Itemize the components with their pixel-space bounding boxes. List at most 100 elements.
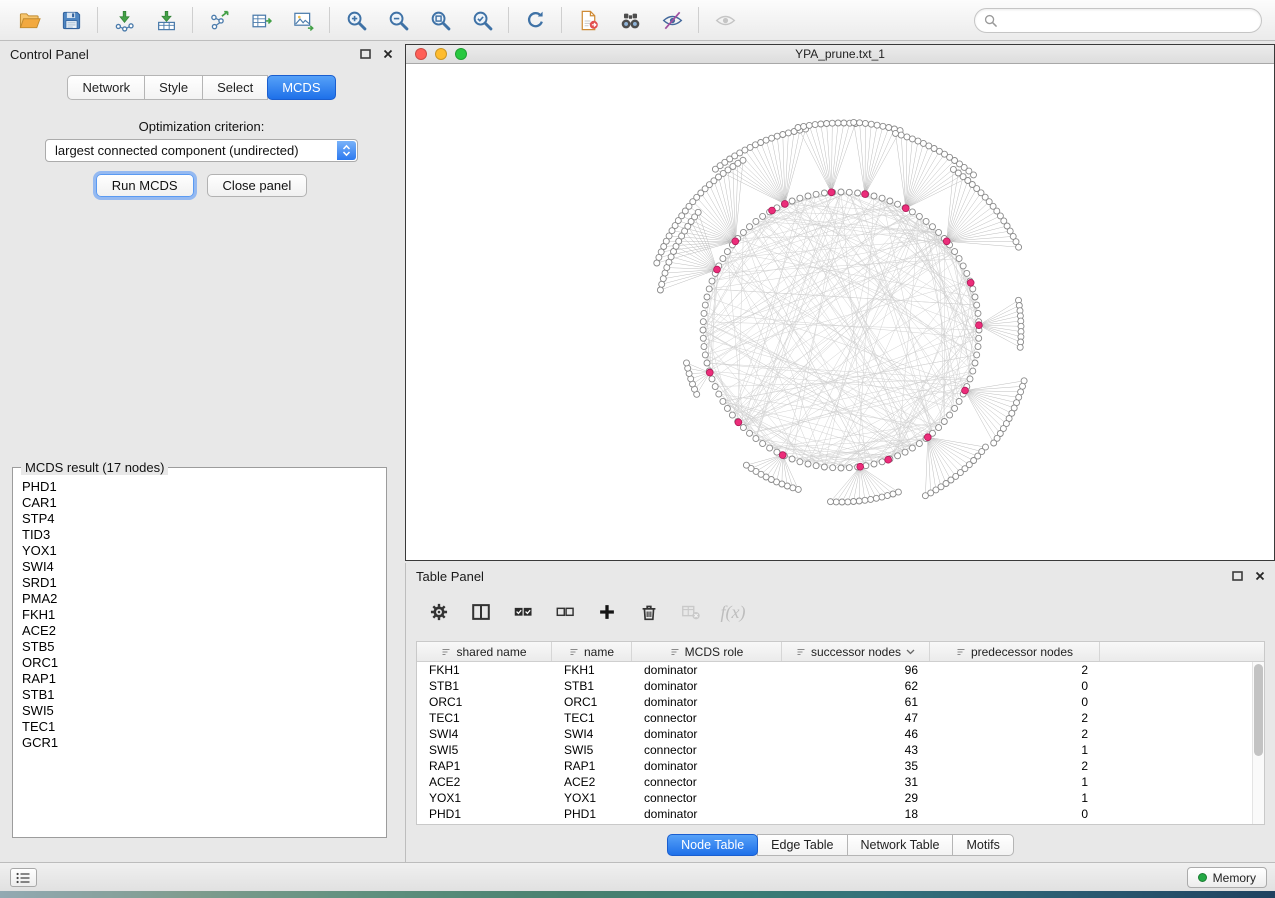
tab-network-table[interactable]: Network Table <box>847 834 954 856</box>
eye-button[interactable] <box>704 3 746 37</box>
mcds-result-item[interactable]: RAP1 <box>22 671 384 687</box>
table-cell[interactable]: 1 <box>930 774 1100 790</box>
close-panel-button-header[interactable] <box>383 49 393 59</box>
export-network-button[interactable] <box>198 3 240 37</box>
table-cell[interactable]: 0 <box>930 678 1100 694</box>
table-cell[interactable]: PHD1 <box>552 806 632 822</box>
table-cell[interactable]: STB1 <box>417 678 552 694</box>
table-row[interactable]: STB1STB1dominator620 <box>417 678 1252 694</box>
table-cell[interactable]: 2 <box>930 662 1100 678</box>
export-document-button[interactable] <box>567 3 609 37</box>
function-builder-button[interactable]: f(x) <box>718 597 748 627</box>
table-cell[interactable]: PHD1 <box>417 806 552 822</box>
refresh-network-button[interactable] <box>514 3 556 37</box>
table-row[interactable]: ORC1ORC1dominator610 <box>417 694 1252 710</box>
table-cell[interactable]: 31 <box>782 774 930 790</box>
table-cell[interactable]: dominator <box>632 678 782 694</box>
table-cell[interactable]: FKH1 <box>417 662 552 678</box>
table-cell[interactable]: ORC1 <box>417 694 552 710</box>
table-row[interactable]: SWI5SWI5connector431 <box>417 742 1252 758</box>
table-row[interactable]: YOX1YOX1connector291 <box>417 790 1252 806</box>
table-cell[interactable]: connector <box>632 710 782 726</box>
gear-button[interactable] <box>424 597 454 627</box>
mcds-result-item[interactable]: STB5 <box>22 639 384 655</box>
mcds-result-item[interactable]: FKH1 <box>22 607 384 623</box>
mcds-result-item[interactable]: STP4 <box>22 511 384 527</box>
table-cell[interactable]: 0 <box>930 694 1100 710</box>
column-header-successor-nodes[interactable]: successor nodes <box>782 642 930 661</box>
mcds-result-item[interactable]: ORC1 <box>22 655 384 671</box>
table-row[interactable]: SWI4SWI4dominator462 <box>417 726 1252 742</box>
table-cell[interactable]: SWI5 <box>417 742 552 758</box>
search-field[interactable] <box>974 8 1262 33</box>
tab-edge-table[interactable]: Edge Table <box>757 834 847 856</box>
table-cell[interactable]: dominator <box>632 662 782 678</box>
float-panel-button[interactable] <box>360 49 371 59</box>
table-cell[interactable]: dominator <box>632 694 782 710</box>
table-cell[interactable]: 47 <box>782 710 930 726</box>
mcds-result-item[interactable]: YOX1 <box>22 543 384 559</box>
table-cell[interactable]: SWI4 <box>552 726 632 742</box>
table-cell[interactable]: FKH1 <box>552 662 632 678</box>
table-cell[interactable]: 2 <box>930 726 1100 742</box>
column-header-name[interactable]: name <box>552 642 632 661</box>
open-folder-button[interactable] <box>8 3 50 37</box>
delete-table-button[interactable] <box>676 597 706 627</box>
table-cell[interactable]: ACE2 <box>417 774 552 790</box>
table-cell[interactable]: YOX1 <box>417 790 552 806</box>
zoom-out-button[interactable] <box>377 3 419 37</box>
table-cell[interactable]: connector <box>632 774 782 790</box>
table-cell[interactable]: 96 <box>782 662 930 678</box>
mcds-result-item[interactable]: TEC1 <box>22 719 384 735</box>
network-graph[interactable] <box>406 64 1274 560</box>
table-cell[interactable]: YOX1 <box>552 790 632 806</box>
zoom-in-button[interactable] <box>335 3 377 37</box>
tab-network[interactable]: Network <box>67 75 145 100</box>
table-cell[interactable]: SWI4 <box>417 726 552 742</box>
table-cell[interactable]: connector <box>632 742 782 758</box>
zoom-selected-button[interactable] <box>461 3 503 37</box>
table-row[interactable]: FKH1FKH1dominator962 <box>417 662 1252 678</box>
delete-column-button[interactable] <box>634 597 664 627</box>
table-cell[interactable]: 62 <box>782 678 930 694</box>
graphics-details-button[interactable] <box>651 3 693 37</box>
table-row[interactable]: TEC1TEC1connector472 <box>417 710 1252 726</box>
mcds-result-item[interactable]: ACE2 <box>22 623 384 639</box>
mcds-result-item[interactable]: PHD1 <box>22 479 384 495</box>
table-cell[interactable]: 29 <box>782 790 930 806</box>
table-cell[interactable]: 2 <box>930 710 1100 726</box>
table-cell[interactable]: 18 <box>782 806 930 822</box>
tab-style[interactable]: Style <box>144 75 203 100</box>
minimize-window-button[interactable] <box>435 48 447 60</box>
save-button[interactable] <box>50 3 92 37</box>
table-cell[interactable]: dominator <box>632 806 782 822</box>
scrollbar-thumb[interactable] <box>1254 664 1263 756</box>
mcds-result-item[interactable]: CAR1 <box>22 495 384 511</box>
mcds-result-list[interactable]: PHD1CAR1STP4TID3YOX1SWI4SRD1PMA2FKH1ACE2… <box>15 470 384 835</box>
deselect-all-button[interactable] <box>550 597 580 627</box>
table-cell[interactable]: connector <box>632 790 782 806</box>
float-table-panel-button[interactable] <box>1232 571 1243 581</box>
tab-node-table[interactable]: Node Table <box>667 834 758 856</box>
table-cell[interactable]: RAP1 <box>417 758 552 774</box>
select-all-button[interactable] <box>508 597 538 627</box>
table-cell[interactable]: 1 <box>930 790 1100 806</box>
mcds-result-item[interactable]: SRD1 <box>22 575 384 591</box>
tab-select[interactable]: Select <box>202 75 268 100</box>
close-panel-button[interactable]: Close panel <box>207 174 308 197</box>
table-cell[interactable]: ACE2 <box>552 774 632 790</box>
table-cell[interactable]: 35 <box>782 758 930 774</box>
table-cell[interactable]: STB1 <box>552 678 632 694</box>
table-cell[interactable]: 1 <box>930 742 1100 758</box>
table-row[interactable]: RAP1RAP1dominator352 <box>417 758 1252 774</box>
import-network-button[interactable] <box>103 3 145 37</box>
mcds-result-item[interactable]: SWI4 <box>22 559 384 575</box>
mcds-result-item[interactable]: SWI5 <box>22 703 384 719</box>
search-input[interactable] <box>1003 14 1252 28</box>
export-table-button[interactable] <box>240 3 282 37</box>
close-table-panel-button[interactable] <box>1255 571 1265 581</box>
add-column-button[interactable] <box>592 597 622 627</box>
mcds-result-item[interactable]: TID3 <box>22 527 384 543</box>
tab-motifs[interactable]: Motifs <box>952 834 1013 856</box>
table-cell[interactable]: 61 <box>782 694 930 710</box>
